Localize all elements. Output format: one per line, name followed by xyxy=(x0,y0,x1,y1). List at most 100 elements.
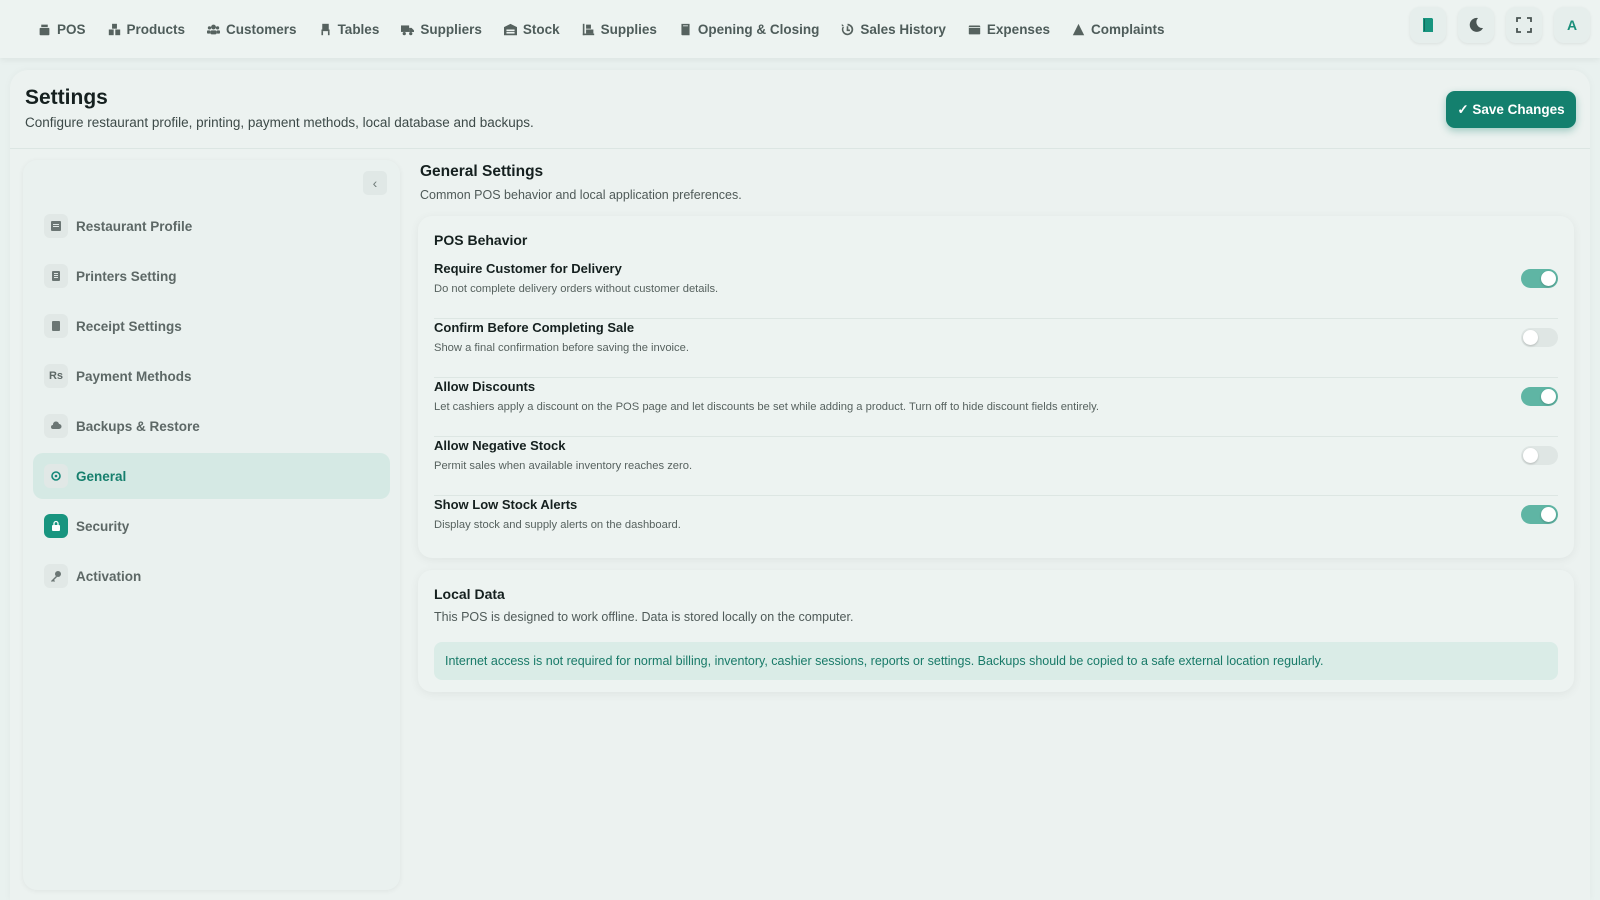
nav-item-supplies[interactable]: Supplies xyxy=(582,22,657,37)
sidebar-item-activation[interactable]: Activation xyxy=(33,553,390,599)
nav-item-tables[interactable]: Tables xyxy=(319,22,379,37)
nav-item-label: Products xyxy=(126,21,186,37)
nav-item-complaints[interactable]: Complaints xyxy=(1072,21,1165,37)
users-icon xyxy=(207,24,221,34)
save-changes-button[interactable]: ✓ Save Changes xyxy=(1446,91,1576,128)
setting-description: Permit sales when available inventory re… xyxy=(434,460,693,472)
boxes-icon xyxy=(108,23,120,35)
dolly-icon xyxy=(582,23,594,35)
main-nav: POS Products Customers Tables Suppliers … xyxy=(38,22,1186,37)
sidebar-item-backups-restore[interactable]: Backups & Restore xyxy=(33,403,390,449)
nav-item-label: POS xyxy=(57,21,86,37)
avatar: A xyxy=(1566,17,1578,33)
setting-title: Allow Discounts xyxy=(434,379,536,394)
setting-description: Let cashiers apply a discount on the POS… xyxy=(434,401,1100,413)
toggle-allow-negative-stock[interactable] xyxy=(1521,446,1558,465)
fullscreen-button[interactable] xyxy=(1506,7,1542,43)
nav-item-sales-history[interactable]: Sales History xyxy=(841,22,946,37)
setting-require-customer-delivery: Require Customer for Delivery Do not com… xyxy=(434,261,1558,319)
sidebar-item-security[interactable]: Security xyxy=(33,503,390,549)
toggle-show-low-stock-alerts[interactable] xyxy=(1521,505,1558,524)
header-divider xyxy=(10,148,1590,149)
nav-item-expenses[interactable]: Expenses xyxy=(968,22,1050,37)
sidebar-item-label: Receipt Settings xyxy=(76,318,182,334)
nav-item-suppliers[interactable]: Suppliers xyxy=(401,22,482,37)
sidebar-item-label: Restaurant Profile xyxy=(76,218,193,234)
nav-item-pos[interactable]: POS xyxy=(38,22,86,37)
moon-icon xyxy=(1469,17,1483,32)
user-avatar-button[interactable]: A xyxy=(1554,7,1590,43)
nav-item-customers[interactable]: Customers xyxy=(207,22,297,37)
setting-allow-negative-stock: Allow Negative Stock Permit sales when a… xyxy=(434,438,1558,496)
nav-item-label: Supplies xyxy=(600,21,657,37)
setting-description: Display stock and supply alerts on the d… xyxy=(434,519,681,531)
sidebar-item-label: Backups & Restore xyxy=(76,418,200,434)
setting-allow-discounts: Allow Discounts Let cashiers apply a dis… xyxy=(434,379,1558,437)
toggle-confirm-before-sale[interactable] xyxy=(1521,328,1558,347)
top-actions: A xyxy=(1410,7,1590,43)
toggle-knob xyxy=(1541,389,1556,404)
setting-show-low-stock-alerts: Show Low Stock Alerts Display stock and … xyxy=(434,497,1558,555)
local-data-description: This POS is designed to work offline. Da… xyxy=(434,610,854,624)
pos-behavior-card: POS Behavior Require Customer for Delive… xyxy=(418,216,1574,558)
book-icon xyxy=(681,23,690,35)
rupee-icon: Rs xyxy=(44,364,68,388)
history-icon xyxy=(842,23,854,35)
gear-icon xyxy=(44,464,68,488)
setting-title: Require Customer for Delivery xyxy=(434,261,622,276)
truck-icon xyxy=(401,24,415,35)
sidebar-item-payment-methods[interactable]: Rs Payment Methods xyxy=(33,353,390,399)
toggle-allow-discounts[interactable] xyxy=(1521,387,1558,406)
nav-item-label: Suppliers xyxy=(420,21,482,37)
setting-title: Confirm Before Completing Sale xyxy=(434,320,635,335)
local-data-card: Local Data This POS is designed to work … xyxy=(418,570,1574,692)
offline-info-box: Internet access is not required for norm… xyxy=(434,642,1558,680)
dark-mode-toggle[interactable] xyxy=(1458,7,1494,43)
nav-item-label: Opening & Closing xyxy=(697,21,820,37)
collapse-sidebar-button[interactable]: ‹ xyxy=(363,171,387,195)
sidebar-item-receipt-settings[interactable]: Receipt Settings xyxy=(33,303,390,349)
section-subtitle: Common POS behavior and local applicatio… xyxy=(420,188,742,202)
setting-confirm-before-sale: Confirm Before Completing Sale Show a fi… xyxy=(434,320,1558,378)
warning-icon xyxy=(1072,23,1085,35)
nav-item-label: Expenses xyxy=(986,21,1050,37)
page-title: Settings xyxy=(25,86,108,109)
top-navigation-bar: POS Products Customers Tables Suppliers … xyxy=(0,0,1600,58)
sidebar-item-label: Security xyxy=(76,518,130,534)
section-title: General Settings xyxy=(420,163,544,180)
register-icon xyxy=(39,24,50,35)
setting-description: Do not complete delivery orders without … xyxy=(434,283,719,295)
sidebar-item-label: Printers Setting xyxy=(76,268,177,284)
key-icon xyxy=(44,564,68,588)
nav-item-stock[interactable]: Stock xyxy=(503,21,560,37)
sidebar-item-general[interactable]: General xyxy=(33,453,390,499)
sidebar-item-label: Payment Methods xyxy=(76,368,192,384)
nav-item-label: Sales History xyxy=(860,21,946,37)
storefront-icon xyxy=(44,214,68,238)
setting-description: Show a final confirmation before saving … xyxy=(434,342,689,354)
wallet-icon xyxy=(968,24,981,34)
sidebar-item-label: Activation xyxy=(76,568,142,584)
sidebar-item-label: General xyxy=(76,468,127,484)
nav-item-label: Complaints xyxy=(1090,21,1165,37)
toggle-knob xyxy=(1541,271,1556,286)
nav-item-products[interactable]: Products xyxy=(108,21,186,37)
receipt-icon xyxy=(44,314,68,338)
notebook-button[interactable] xyxy=(1410,7,1446,43)
sidebar-item-printers-setting[interactable]: Printers Setting xyxy=(33,253,390,299)
notebook-icon xyxy=(1423,18,1433,32)
toggle-require-customer-delivery[interactable] xyxy=(1521,269,1558,288)
nav-item-label: Stock xyxy=(522,21,560,37)
toggle-knob xyxy=(1541,507,1556,522)
pos-behavior-title: POS Behavior xyxy=(434,232,528,248)
fullscreen-icon xyxy=(1516,17,1532,33)
sidebar-item-restaurant-profile[interactable]: Restaurant Profile xyxy=(33,203,390,249)
local-data-title: Local Data xyxy=(434,586,505,602)
chevron-left-icon: ‹ xyxy=(372,175,378,191)
setting-title: Show Low Stock Alerts xyxy=(434,497,578,512)
warehouse-icon xyxy=(503,23,517,35)
toggle-knob xyxy=(1523,330,1538,345)
setting-title: Allow Negative Stock xyxy=(434,438,566,453)
nav-item-opening-closing[interactable]: Opening & Closing xyxy=(679,21,820,37)
cloud-icon xyxy=(44,414,68,438)
